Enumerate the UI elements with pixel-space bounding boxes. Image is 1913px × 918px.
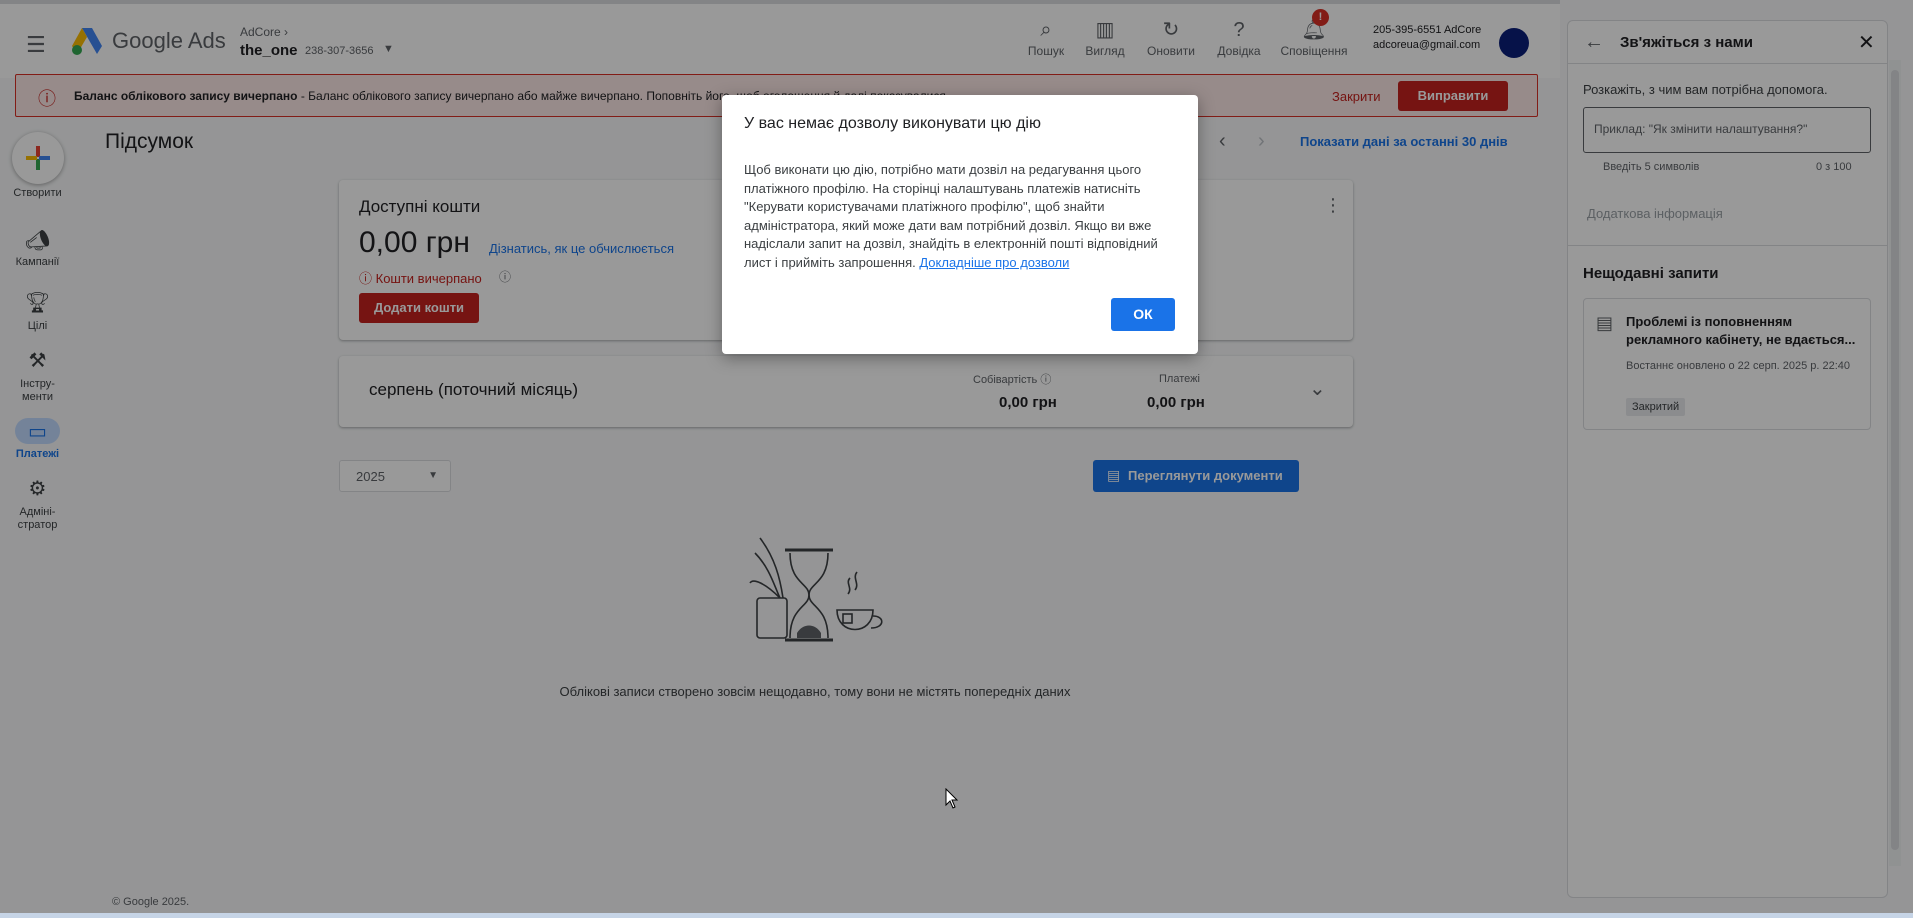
mouse-cursor-icon xyxy=(945,788,959,809)
dialog-title: У вас немає дозволу виконувати цю дію xyxy=(744,115,1041,132)
dialog-body: Щоб виконати цю дію, потрібно мати дозві… xyxy=(744,161,1184,273)
ok-button[interactable]: ОК xyxy=(1111,298,1175,331)
taskbar-edge xyxy=(0,913,1913,918)
permission-dialog: У вас немає дозволу виконувати цю дію Що… xyxy=(722,95,1198,354)
dialog-body-text: Щоб виконати цю дію, потрібно мати дозві… xyxy=(744,162,1158,270)
permissions-learn-more-link[interactable]: Докладніше про дозволи xyxy=(919,255,1069,270)
